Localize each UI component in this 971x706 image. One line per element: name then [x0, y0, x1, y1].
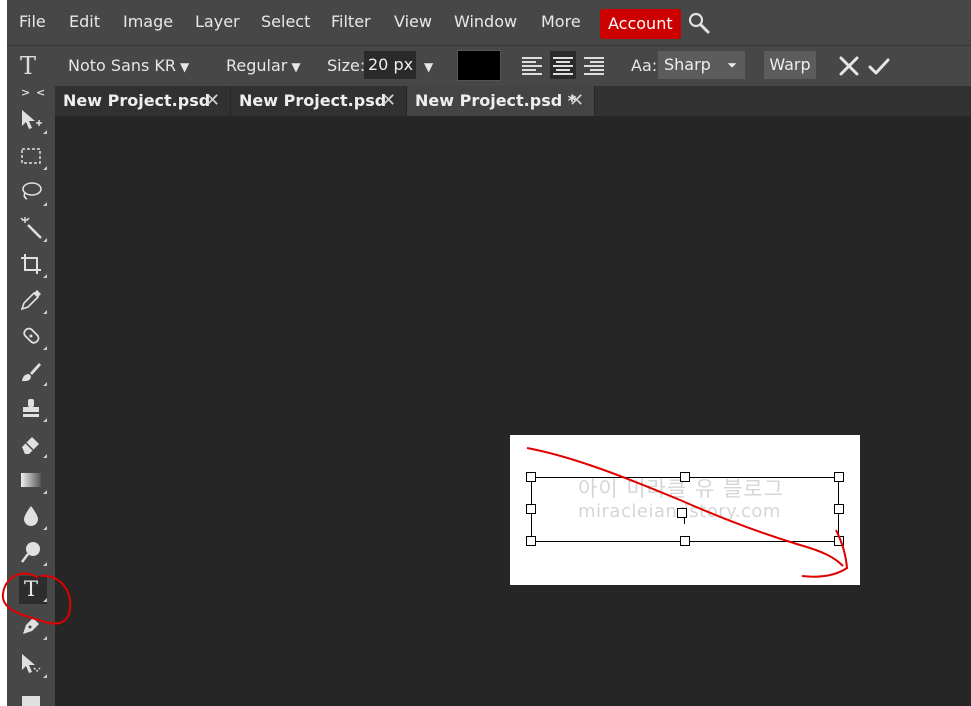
menu-view[interactable]: View: [394, 12, 432, 31]
marquee-icon: [21, 148, 41, 164]
search-icon[interactable]: [688, 12, 710, 34]
size-dropdown-caret[interactable]: ▼: [420, 56, 433, 75]
align-center-button[interactable]: [550, 51, 576, 79]
brush-icon: [22, 363, 41, 382]
shape-icon: [22, 696, 40, 706]
account-button[interactable]: Account: [600, 9, 681, 39]
size-label: Size:: [327, 56, 366, 75]
chevron-down-icon: ⏷: [727, 58, 737, 72]
menu-layer[interactable]: Layer: [195, 12, 240, 31]
move-tool[interactable]: [19, 108, 47, 136]
antialias-label: Aa:: [631, 56, 658, 75]
tab-document-3[interactable]: New Project.psd * ✕: [407, 86, 595, 116]
menu-file[interactable]: File: [19, 12, 46, 31]
blur-tool[interactable]: [19, 504, 47, 532]
resize-handle-bottom-right[interactable]: [834, 536, 844, 546]
menu-bar: File Edit Image Layer Select Filter View…: [7, 0, 971, 46]
font-family-dropdown[interactable]: Noto Sans KR ▼: [68, 56, 189, 75]
warp-button[interactable]: Warp: [764, 51, 816, 79]
type-icon: T: [24, 577, 38, 601]
close-icon[interactable]: ✕: [569, 86, 584, 116]
marquee-tool[interactable]: [19, 144, 47, 172]
font-size-input[interactable]: 20 px: [364, 51, 416, 79]
align-right-button[interactable]: [581, 51, 607, 79]
eraser-icon: [22, 437, 39, 454]
menu-filter[interactable]: Filter: [331, 12, 371, 31]
tools-panel: > < T: [7, 86, 55, 706]
eyedropper-tool[interactable]: [19, 288, 47, 316]
align-right-icon: [584, 57, 604, 75]
path-select-tool[interactable]: [19, 652, 47, 680]
gradient-icon: [21, 473, 41, 487]
crop-tool[interactable]: [19, 252, 47, 280]
antialias-dropdown[interactable]: Sharp ⏷: [658, 51, 745, 79]
close-icon[interactable]: ✕: [381, 86, 396, 116]
options-bar: T Noto Sans KR ▼ Regular ▼ Size: 20 px ▼ A…: [7, 46, 971, 86]
resize-handle-center[interactable]: [677, 508, 687, 518]
brush-tool[interactable]: [19, 360, 47, 388]
tab-label: New Project.psd: [63, 91, 211, 110]
text-color-swatch[interactable]: [457, 50, 501, 81]
pen-tool[interactable]: [19, 614, 47, 642]
close-icon[interactable]: ✕: [205, 86, 220, 116]
gradient-tool[interactable]: [19, 468, 47, 496]
resize-handle-bottom-left[interactable]: [526, 536, 536, 546]
tab-document-2[interactable]: New Project.psd ✕: [231, 86, 407, 116]
cancel-icon[interactable]: [837, 54, 861, 78]
tab-label: New Project.psd *: [415, 91, 577, 110]
dodge-icon: [21, 542, 40, 563]
chevron-down-icon: ▼: [291, 60, 301, 74]
eraser-tool[interactable]: [19, 432, 47, 460]
clone-stamp-tool[interactable]: [19, 396, 47, 424]
pen-icon: [23, 618, 39, 634]
current-tool-type-icon: T: [20, 52, 37, 80]
document-canvas[interactable]: 아이 미라클 유 블로그 miracleiandstory.com: [510, 435, 860, 585]
collapse-toolbar-button[interactable]: > <: [21, 86, 46, 99]
menu-image[interactable]: Image: [123, 12, 173, 31]
chevron-down-icon: ▼: [424, 60, 434, 74]
commit-check-icon[interactable]: [867, 54, 891, 78]
resize-handle-top[interactable]: [680, 472, 690, 482]
antialias-value: Sharp: [664, 55, 711, 74]
lasso-icon: [22, 182, 42, 200]
magic-wand-tool[interactable]: [19, 216, 47, 244]
resize-handle-left[interactable]: [526, 504, 536, 514]
healing-brush-icon: [23, 327, 40, 344]
eyedropper-icon: [20, 290, 41, 311]
menu-more[interactable]: More: [541, 12, 581, 31]
healing-brush-tool[interactable]: [19, 324, 47, 352]
crop-icon: [21, 254, 41, 274]
magic-wand-icon: [20, 217, 42, 239]
resize-handle-right[interactable]: [834, 504, 844, 514]
align-left-icon: [522, 57, 542, 75]
tab-document-1[interactable]: New Project.psd ✕: [55, 86, 231, 116]
svg-text:T: T: [24, 577, 38, 600]
blur-icon: [24, 506, 38, 526]
clone-stamp-icon: [23, 399, 39, 417]
lasso-tool[interactable]: [19, 180, 47, 208]
type-tool[interactable]: T: [19, 576, 47, 604]
font-style-value: Regular: [226, 56, 288, 75]
shape-tool[interactable]: [19, 688, 47, 706]
resize-handle-bottom[interactable]: [680, 536, 690, 546]
dodge-tool[interactable]: [19, 540, 47, 568]
document-tabs: New Project.psd ✕ New Project.psd ✕ New …: [55, 86, 971, 116]
photo-editor-app: File Edit Image Layer Select Filter View…: [7, 0, 971, 706]
font-style-dropdown[interactable]: Regular ▼: [226, 56, 301, 75]
align-left-button[interactable]: [519, 51, 545, 79]
menu-window[interactable]: Window: [454, 12, 517, 31]
menu-edit[interactable]: Edit: [69, 12, 100, 31]
resize-handle-top-left[interactable]: [526, 472, 536, 482]
chevron-down-icon: ▼: [180, 60, 190, 74]
font-family-value: Noto Sans KR: [68, 56, 177, 75]
menu-select[interactable]: Select: [261, 12, 310, 31]
align-center-icon: [553, 57, 573, 75]
path-select-icon: [22, 654, 41, 673]
resize-handle-top-right[interactable]: [834, 472, 844, 482]
tab-label: New Project.psd: [239, 91, 387, 110]
move-icon: [22, 110, 42, 129]
